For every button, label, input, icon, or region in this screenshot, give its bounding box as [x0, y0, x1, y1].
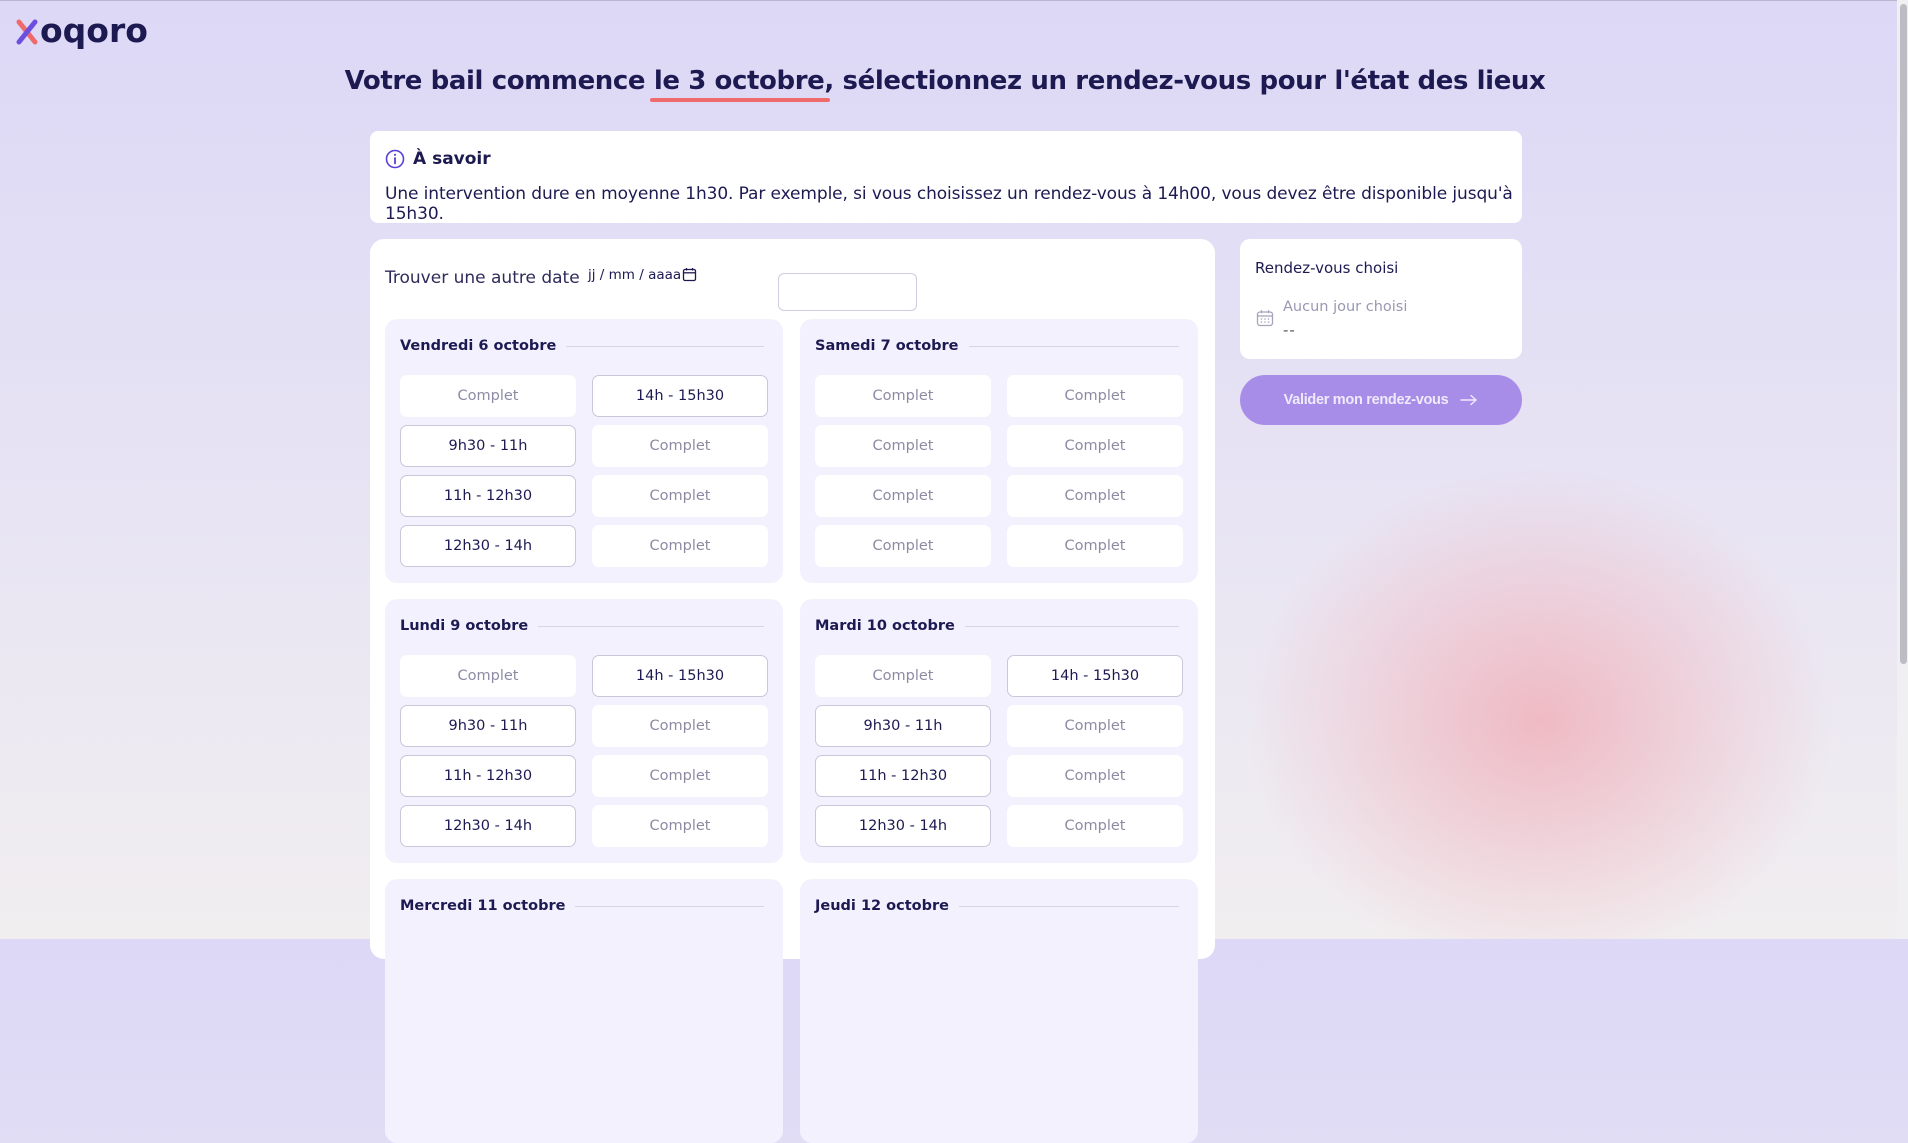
time-slot-button[interactable]: 12h30 - 14h	[400, 805, 576, 847]
title-suffix: , sélectionnez un rendez-vous pour l'éta…	[824, 66, 1546, 96]
calendar-icon	[1256, 310, 1274, 327]
day-title-text: Vendredi 6 octobre	[400, 338, 557, 354]
day-card: Mardi 10 octobre Complet 14h - 15h30 9h30 -…	[800, 599, 1198, 863]
logo-wordmark: oqoro	[40, 11, 148, 50]
date-placeholder: jj / mm / aaaa	[588, 267, 682, 283]
date-input[interactable]	[778, 273, 917, 311]
info-heading: À savoir	[413, 149, 491, 169]
page-title: Votre bail commence le 3 octobre, sélect…	[0, 66, 1890, 96]
time-slot-full: Complet	[400, 375, 576, 417]
time-slot-full: Complet	[400, 655, 576, 697]
date-field[interactable]: jj / mm / aaaa	[574, 256, 917, 311]
summary-day: Aucun jour choisi	[1283, 299, 1408, 315]
time-slot-full: Complet	[1007, 525, 1183, 567]
day-title-text: Samedi 7 octobre	[815, 338, 959, 354]
day-card: Vendredi 6 octobre Complet 14h - 15h30 9h30…	[385, 319, 783, 583]
info-card: À savoir Une intervention dure en moyenn…	[370, 131, 1522, 224]
info-heading-row: À savoir	[385, 149, 491, 169]
time-slot-full: Complet	[815, 425, 991, 467]
logo-mark-icon	[16, 16, 38, 46]
day-title: Mercredi 11 octobre	[400, 898, 764, 914]
day-title-divider	[959, 905, 1179, 907]
time-slot-button[interactable]: 14h - 15h30	[592, 655, 768, 697]
day-title-divider	[566, 345, 764, 347]
time-slot-full: Complet	[592, 525, 768, 567]
arrow-right-icon	[1460, 394, 1478, 406]
time-slot-button[interactable]: 9h30 - 11h	[815, 705, 991, 747]
summary-title: Rendez-vous choisi	[1255, 259, 1399, 277]
scrollbar-thumb[interactable]	[1900, 4, 1907, 664]
time-slot-button[interactable]: 11h - 12h30	[815, 755, 991, 797]
summary-card: Rendez-vous choisi Aucun jour choisi --	[1240, 239, 1522, 359]
day-card: Mercredi 11 octobre	[385, 879, 783, 1143]
time-slot-full: Complet	[592, 425, 768, 467]
top-border	[0, 0, 1908, 1]
info-icon	[385, 149, 405, 169]
time-slot-full: Complet	[1007, 475, 1183, 517]
slots-panel: Trouver une autre date jj / mm / aaaa Ve…	[370, 239, 1215, 1143]
time-slot-button[interactable]: 9h30 - 11h	[400, 425, 576, 467]
day-card: Samedi 7 octobre Complet Complet Complet Com…	[800, 319, 1198, 583]
time-slot-full: Complet	[1007, 705, 1183, 747]
title-highlight: le 3 octobre	[653, 66, 825, 96]
calendar-icon[interactable]	[682, 267, 697, 282]
time-slot-full: Complet	[815, 655, 991, 697]
time-slot-full: Complet	[1007, 375, 1183, 417]
validate-label: Valider mon rendez-vous	[1283, 392, 1449, 408]
time-slot-full: Complet	[592, 755, 768, 797]
day-title: Jeudi 12 octobre	[815, 898, 1179, 914]
find-date-label: Trouver une autre date	[385, 268, 580, 288]
day-title-text: Lundi 9 octobre	[400, 618, 529, 634]
day-card: Lundi 9 octobre Complet 14h - 15h30 9h30 - …	[385, 599, 783, 863]
day-title: Samedi 7 octobre	[815, 338, 1179, 354]
time-slot-button[interactable]: 12h30 - 14h	[400, 525, 576, 567]
time-slot-button[interactable]: 11h - 12h30	[400, 755, 576, 797]
time-slot-button[interactable]: 9h30 - 11h	[400, 705, 576, 747]
time-slot-full: Complet	[1007, 425, 1183, 467]
day-title: Mardi 10 octobre	[815, 618, 1179, 634]
day-card: Jeudi 12 octobre	[800, 879, 1198, 1143]
time-slot-button[interactable]: 11h - 12h30	[400, 475, 576, 517]
day-title-text: Mardi 10 octobre	[815, 618, 955, 634]
time-slot-full: Complet	[592, 805, 768, 847]
day-title-text: Jeudi 12 octobre	[815, 898, 949, 914]
day-title-divider	[964, 625, 1179, 627]
time-slot-full: Complet	[815, 475, 991, 517]
day-title-divider	[538, 625, 764, 627]
day-title-divider	[968, 345, 1179, 347]
day-title-text: Mercredi 11 octobre	[400, 898, 566, 914]
time-slot-full: Complet	[592, 705, 768, 747]
time-slot-full: Complet	[1007, 805, 1183, 847]
day-title: Vendredi 6 octobre	[400, 338, 764, 354]
time-slot-button[interactable]: 14h - 15h30	[592, 375, 768, 417]
validate-button[interactable]: Valider mon rendez-vous	[1240, 375, 1522, 425]
info-text: Une intervention dure en moyenne 1h30. P…	[385, 184, 1513, 224]
day-title: Lundi 9 octobre	[400, 618, 764, 634]
time-slot-full: Complet	[592, 475, 768, 517]
time-slot-button[interactable]: 14h - 15h30	[1007, 655, 1183, 697]
time-slot-button[interactable]: 12h30 - 14h	[815, 805, 991, 847]
time-slot-full: Complet	[815, 375, 991, 417]
day-title-divider	[575, 905, 764, 907]
logo[interactable]: oqoro	[16, 14, 148, 47]
time-slot-full: Complet	[1007, 755, 1183, 797]
summary-time: --	[1283, 321, 1296, 339]
time-slot-full: Complet	[815, 525, 991, 567]
title-prefix: Votre bail commence	[344, 66, 654, 96]
